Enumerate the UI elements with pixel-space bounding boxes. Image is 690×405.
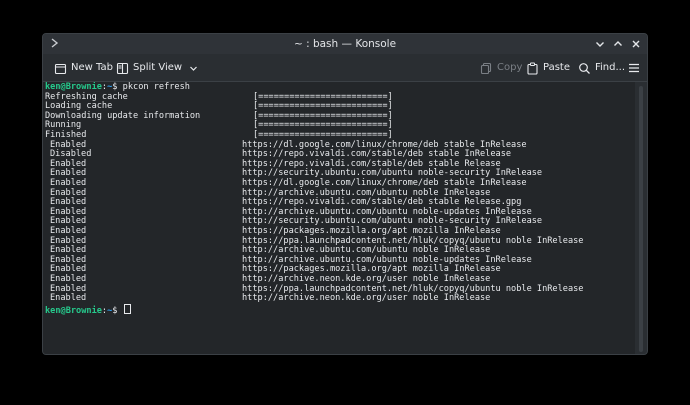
repo-status: Enabled xyxy=(50,178,87,188)
progress-label: Loading cache xyxy=(45,101,113,112)
window-title: ~ : bash — Konsole xyxy=(293,38,397,50)
copy-icon xyxy=(479,61,493,75)
text-cursor xyxy=(123,303,131,314)
scrollbar-track[interactable] xyxy=(639,86,643,352)
prompt-symbol: $ xyxy=(112,82,118,92)
search-icon xyxy=(577,61,591,75)
repo-url: http://archive.neon.kde.org/user noble I… xyxy=(242,293,491,304)
scrollbar[interactable] xyxy=(635,82,647,354)
repo-status: Disabled xyxy=(50,149,92,160)
repo-status: Enabled xyxy=(50,245,87,256)
title-bar[interactable]: ~ : bash — Konsole xyxy=(43,34,647,54)
hamburger-menu-button[interactable] xyxy=(627,59,641,77)
hamburger-menu-icon xyxy=(627,61,641,75)
chevron-down-icon[interactable] xyxy=(186,61,200,75)
paste-icon xyxy=(525,61,539,75)
progress-label: Running xyxy=(45,120,82,131)
split-view-button[interactable]: Split View xyxy=(115,59,200,77)
repo-status: Enabled xyxy=(50,168,87,179)
repo-status: Enabled xyxy=(50,283,87,294)
prompt-line: ken@Brownie:~$ xyxy=(45,303,131,316)
chevron-up-icon xyxy=(614,41,622,46)
repo-status: Enabled xyxy=(50,254,87,265)
toolbar: New Tab Split View Copy Paste Find... xyxy=(43,54,647,82)
find-button[interactable]: Find... xyxy=(577,59,625,77)
command-text: pkcon refresh xyxy=(122,82,190,92)
paste-label: Paste xyxy=(543,62,570,73)
new-tab-label: New Tab xyxy=(71,62,113,73)
prompt-user: ken@Brownie xyxy=(45,82,102,92)
copy-label: Copy xyxy=(497,62,523,73)
minimize-button[interactable] xyxy=(593,37,607,51)
find-label: Find... xyxy=(595,62,626,73)
repo-status: Enabled xyxy=(50,226,87,236)
repo-status: Enabled xyxy=(50,264,87,275)
close-icon xyxy=(632,40,640,48)
repo-status: Enabled xyxy=(50,206,87,217)
new-tab-button[interactable]: New Tab xyxy=(53,59,113,77)
repo-status: Enabled xyxy=(50,187,87,198)
close-button[interactable] xyxy=(629,37,643,51)
repo-status: Enabled xyxy=(50,216,87,227)
split-view-label: Split View xyxy=(133,62,183,73)
prompt-user: ken@Brownie xyxy=(45,305,102,316)
copy-button[interactable]: Copy xyxy=(479,59,522,77)
chevron-down-icon xyxy=(596,42,604,47)
window-controls xyxy=(593,36,643,52)
repo-status: Enabled xyxy=(50,139,87,150)
repo-status: Enabled xyxy=(50,158,87,169)
repo-status: Enabled xyxy=(50,235,87,246)
terminal-output[interactable]: ken@Brownie:~$ pkcon refresh Refreshing … xyxy=(43,82,637,354)
new-tab-icon xyxy=(53,61,67,75)
repo-status: Enabled xyxy=(50,293,87,304)
progress-label: Finished xyxy=(45,130,87,140)
progress-label: Refreshing cache xyxy=(45,91,128,102)
konsole-window: ~ : bash — Konsole New Tab Split View Co… xyxy=(42,33,648,355)
split-view-icon xyxy=(115,61,129,75)
repo-status: Enabled xyxy=(50,197,87,208)
progress-label: Downloading update information xyxy=(45,110,201,121)
repo-status: Enabled xyxy=(50,274,87,284)
prompt-symbol: $ xyxy=(112,305,118,316)
paste-button[interactable]: Paste xyxy=(525,59,570,77)
maximize-button[interactable] xyxy=(611,37,625,51)
repo-line: Enabled http://archive.neon.kde.org/user … xyxy=(45,293,490,304)
